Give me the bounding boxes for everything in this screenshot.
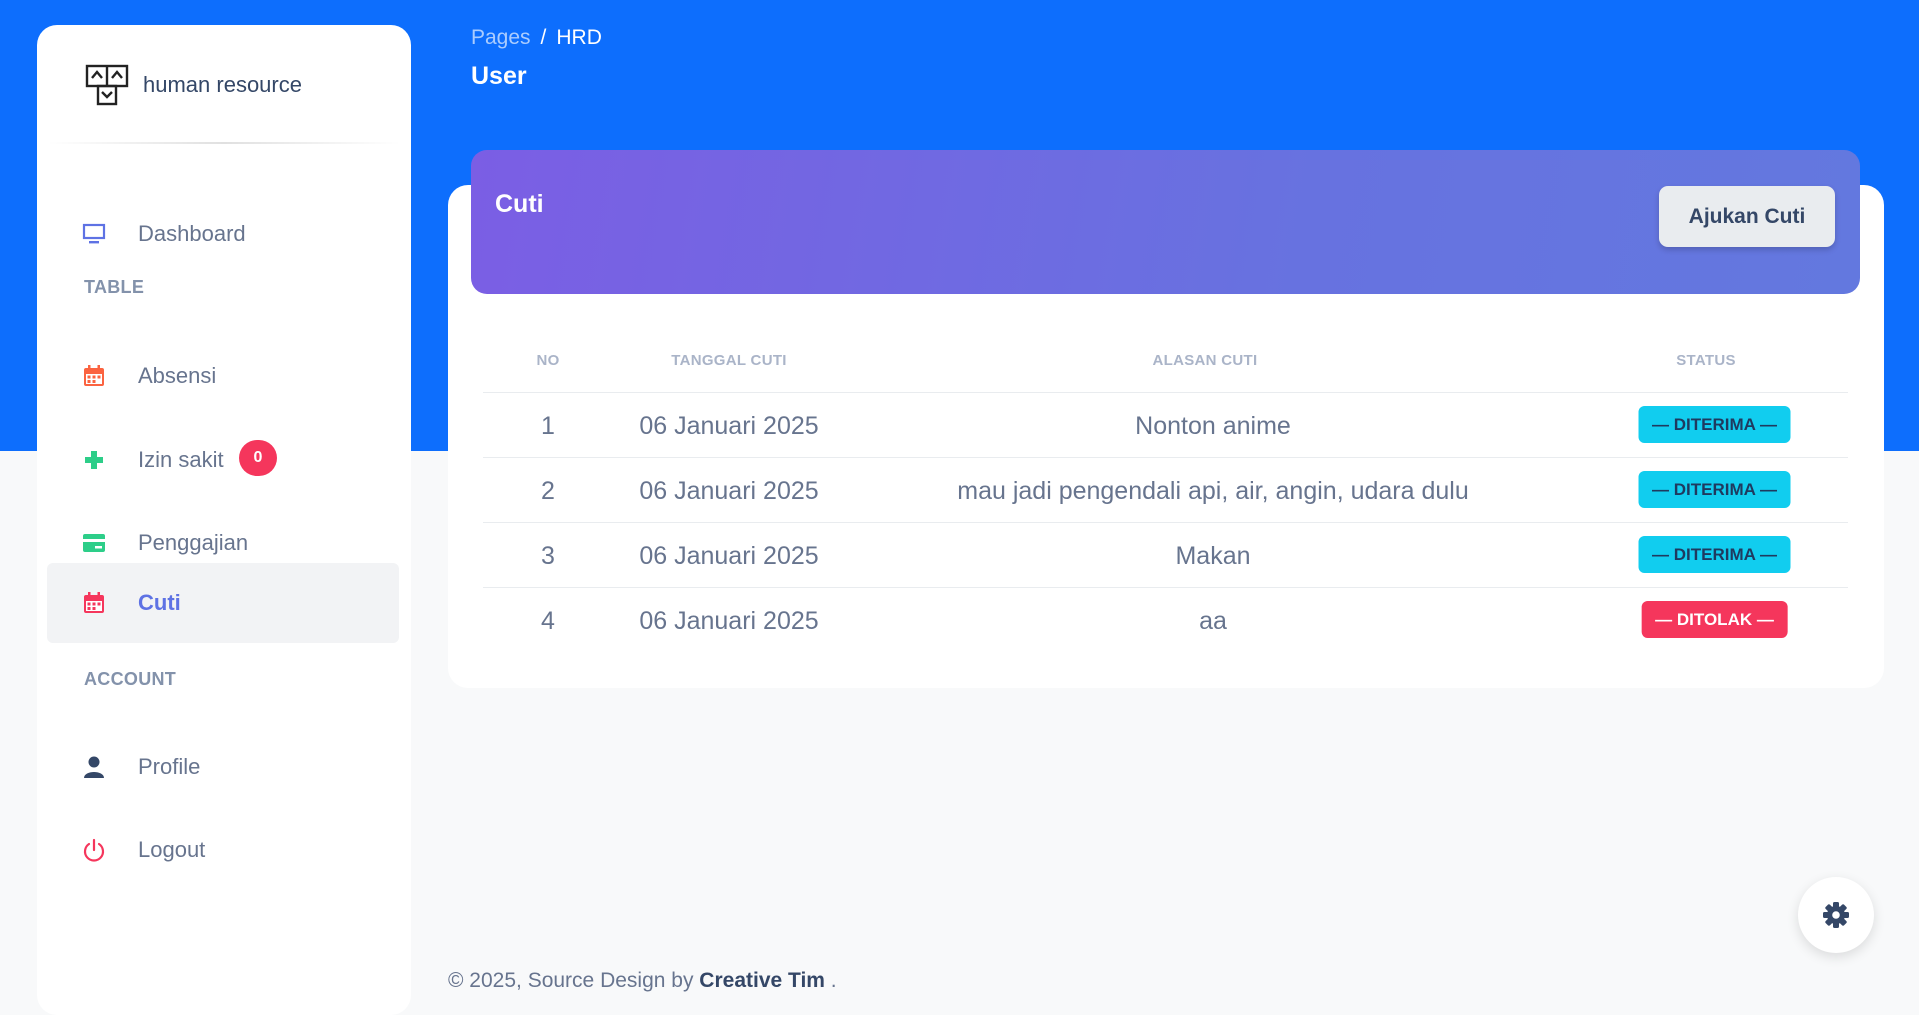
- sidebar-item-izin-sakit[interactable]: Izin sakit 0: [47, 420, 399, 500]
- cell-status: — DITERIMA —: [1581, 523, 1848, 587]
- table-row: 2 06 Januari 2025 mau jadi pengendali ap…: [483, 458, 1848, 523]
- brand-divider: [47, 142, 401, 144]
- monitor-icon: [81, 221, 107, 247]
- cell-status: — DITERIMA —: [1581, 458, 1848, 522]
- sidebar-item-label: Profile: [138, 754, 201, 779]
- sidebar-item-cuti[interactable]: Cuti: [47, 563, 399, 643]
- credit-card-icon: [81, 530, 107, 556]
- status-badge: — DITERIMA —: [1638, 536, 1791, 573]
- breadcrumb-parent[interactable]: Pages: [471, 26, 531, 49]
- logo-icon: [85, 64, 129, 106]
- column-header-no: NO: [536, 352, 560, 369]
- cell-reason: aa: [1199, 607, 1227, 635]
- cell-no: 3: [541, 542, 555, 570]
- breadcrumb: Pages / HRD: [471, 26, 602, 50]
- user-icon: [81, 754, 107, 780]
- breadcrumb-separator: /: [540, 26, 547, 49]
- sidebar-item-label: Cuti: [138, 590, 181, 615]
- column-header-reason: ALASAN CUTI: [1152, 352, 1258, 369]
- footer-text: © 2025, Source Design by: [448, 969, 700, 992]
- cell-date: 06 Januari 2025: [639, 412, 819, 440]
- cell-reason: Nonton anime: [1135, 412, 1291, 440]
- sidebar-item-label: Dashboard: [138, 221, 246, 246]
- status-badge: — DITOLAK —: [1641, 601, 1788, 638]
- plus-icon: [81, 447, 107, 473]
- notification-badge: 0: [239, 440, 277, 476]
- cell-reason: Makan: [1175, 542, 1251, 570]
- cell-date: 06 Januari 2025: [639, 607, 819, 635]
- cell-no: 4: [541, 607, 555, 635]
- brand-name: human resource: [143, 72, 302, 97]
- calendar-icon: [81, 590, 107, 616]
- card-header: Cuti Ajukan Cuti: [471, 150, 1860, 294]
- table-row: 3 06 Januari 2025 Makan — DITERIMA —: [483, 523, 1848, 588]
- table-header: NO TANGGAL CUTI ALASAN CUTI STATUS: [483, 336, 1848, 393]
- cuti-table: NO TANGGAL CUTI ALASAN CUTI STATUS 1 06 …: [483, 336, 1848, 652]
- column-header-date: TANGGAL CUTI: [671, 352, 787, 369]
- cell-date: 06 Januari 2025: [639, 477, 819, 505]
- sidebar-item-label: Izin sakit: [138, 447, 224, 472]
- cell-status: — DITOLAK —: [1581, 588, 1848, 652]
- breadcrumb-current: HRD: [556, 26, 602, 49]
- power-icon: [81, 837, 107, 863]
- page-title: User: [471, 62, 527, 90]
- footer-suffix: .: [824, 969, 837, 992]
- status-badge: — DITERIMA —: [1638, 406, 1791, 443]
- sidebar-item-label: Logout: [138, 837, 206, 862]
- section-account: ACCOUNT: [84, 669, 177, 689]
- section-table: TABLE: [84, 277, 145, 297]
- brand[interactable]: human resource: [85, 63, 302, 107]
- sidebar-item-profile[interactable]: Profile: [47, 727, 399, 807]
- cell-no: 2: [541, 477, 555, 505]
- sidebar-item-logout[interactable]: Logout: [47, 810, 399, 890]
- gear-icon: [1823, 902, 1849, 928]
- footer: © 2025, Source Design by Creative Tim .: [448, 969, 837, 993]
- cell-status: — DITERIMA —: [1581, 393, 1848, 457]
- status-badge: — DITERIMA —: [1638, 471, 1791, 508]
- cell-no: 1: [541, 412, 555, 440]
- table-row: 1 06 Januari 2025 Nonton anime — DITERIM…: [483, 393, 1848, 458]
- settings-button[interactable]: [1798, 877, 1874, 953]
- sidebar: human resource Dashboard TABLE Absensi I…: [37, 25, 411, 1015]
- cell-reason: mau jadi pengendali api, air, angin, uda…: [957, 477, 1469, 505]
- cell-date: 06 Januari 2025: [639, 542, 819, 570]
- sidebar-item-label: Penggajian: [138, 530, 249, 555]
- sidebar-item-label: Absensi: [138, 363, 217, 388]
- footer-link[interactable]: Creative Tim: [699, 969, 825, 992]
- calendar-icon: [81, 363, 107, 389]
- card-title: Cuti: [495, 190, 544, 218]
- table-row: 4 06 Januari 2025 aa — DITOLAK —: [483, 588, 1848, 652]
- column-header-status: STATUS: [1676, 352, 1736, 369]
- ajukan-cuti-button[interactable]: Ajukan Cuti: [1659, 186, 1835, 247]
- sidebar-item-dashboard[interactable]: Dashboard: [47, 194, 399, 274]
- sidebar-item-absensi[interactable]: Absensi: [47, 336, 399, 416]
